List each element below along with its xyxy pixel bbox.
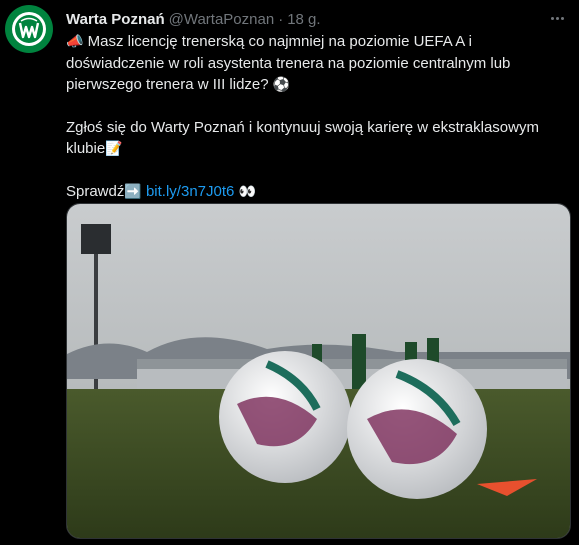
separator-dot: · [278, 10, 284, 28]
more-options-icon[interactable] [545, 6, 569, 30]
warta-logo [5, 5, 53, 53]
tweet-paragraph-1: 📣 Masz licencję trenerską co najmniej na… [66, 31, 571, 96]
football-photo [67, 204, 570, 538]
tweet-paragraph-2: Zgłoś się do Warty Poznań i kontynuuj sw… [66, 117, 571, 160]
megaphone-icon: 📣 [66, 34, 84, 50]
check-text: Sprawdź [66, 183, 125, 200]
tweet-header: Warta Poznań @WartaPoznan · 18 g. [66, 9, 566, 29]
right-arrow-icon: ➡️ [124, 184, 142, 200]
tweet-link[interactable]: bit.ly/3n7J0t6 [146, 183, 234, 200]
author-name[interactable]: Warta Poznań [66, 11, 165, 28]
avatar[interactable] [5, 5, 53, 53]
eyes-icon: 👀 [238, 184, 256, 200]
football-icon: ⚽ [272, 77, 291, 93]
tweet-paragraph-2-text: Zgłoś się do Warty Poznań i kontynuuj sw… [66, 119, 539, 157]
memo-icon: 📝 [105, 141, 123, 157]
tweet-text: 📣 Masz licencję trenerską co najmniej na… [66, 31, 571, 203]
tweet[interactable]: Warta Poznań @WartaPoznan · 18 g. 📣 Masz… [0, 0, 579, 545]
author-handle[interactable]: @WartaPoznan [169, 11, 275, 28]
tweet-paragraph-3: Sprawdź➡️ bit.ly/3n7J0t6 👀 [66, 181, 571, 203]
tweet-media[interactable] [66, 203, 571, 539]
tweet-timestamp[interactable]: 18 g. [287, 11, 320, 28]
